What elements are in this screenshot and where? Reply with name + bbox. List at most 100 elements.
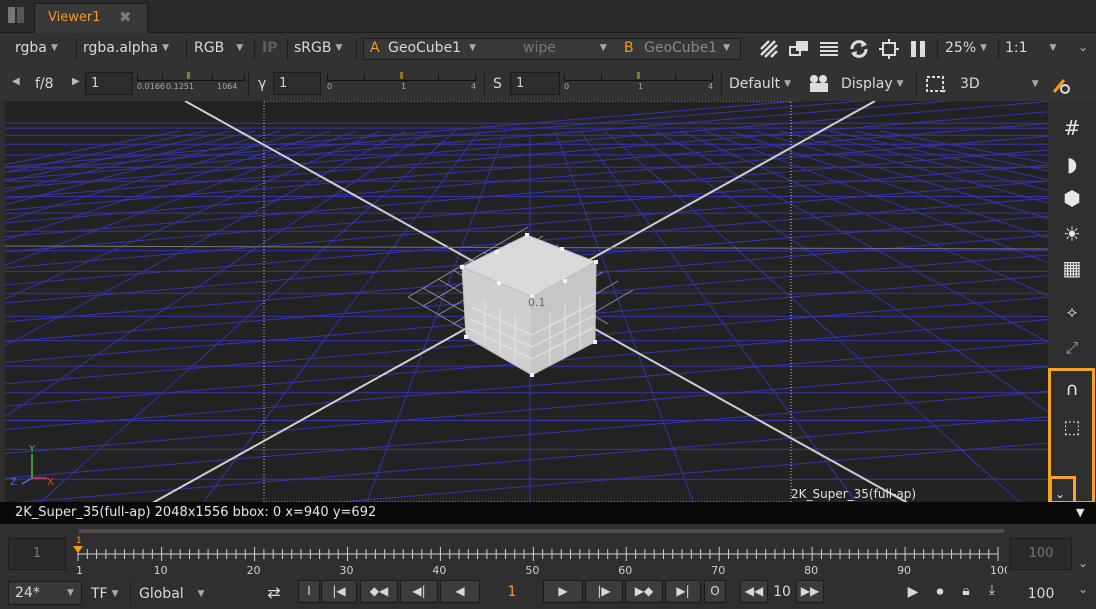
highlight-expand-button bbox=[1049, 476, 1076, 504]
input-a-dropdown[interactable]: GeoCube1 ▼ bbox=[388, 40, 476, 62]
set-out-point-button[interactable]: O bbox=[704, 580, 726, 603]
fps-dropdown[interactable]: 24* ▼ bbox=[8, 581, 82, 605]
window-menu-icon[interactable] bbox=[7, 6, 25, 24]
lock-icon[interactable]: 🔒︎ bbox=[956, 583, 976, 599]
step-back-button[interactable]: ◀◀ bbox=[740, 580, 768, 603]
gain-input[interactable]: 1 bbox=[85, 72, 133, 95]
wipe-dropdown[interactable]: wipe ▼ bbox=[523, 40, 607, 62]
viewer-toolbar-exposure: ◀ f/8 ▶ 1 0.0166 0.125 1 1064 γ 1 0 1 4 … bbox=[0, 68, 1096, 101]
next-frame-button[interactable]: |▶ bbox=[585, 580, 623, 603]
current-frame-field[interactable]: 1 bbox=[484, 580, 540, 604]
end-frame-field[interactable]: 100 bbox=[1010, 581, 1072, 607]
timeline-tick-label: 30 bbox=[339, 564, 353, 576]
timeline-tick-label: 80 bbox=[804, 564, 818, 576]
chevron-down-icon[interactable]: ⌄ bbox=[1076, 40, 1090, 54]
snap-icon[interactable] bbox=[1050, 74, 1072, 96]
colorspace-dropdown[interactable]: sRGB ▼ bbox=[294, 40, 342, 62]
playhead-icon bbox=[73, 546, 83, 553]
cube-view-icon[interactable]: ⬢ bbox=[1056, 183, 1088, 213]
play-forward-button[interactable]: ▶ bbox=[543, 580, 583, 603]
tab-viewer1[interactable]: Viewer1 ✖ bbox=[34, 3, 148, 33]
channels-dropdown[interactable]: rgba ▼ bbox=[15, 40, 58, 62]
tab-close-icon[interactable]: ✖ bbox=[119, 8, 132, 26]
timeline-ruler[interactable]: 1 1 10 20 30 40 50 60 70 80 90 100 bbox=[72, 534, 1007, 576]
input-b-dropdown[interactable]: GeoCube1 ▼ bbox=[644, 40, 730, 62]
saturation-slider[interactable]: 0 1 4 bbox=[564, 71, 713, 97]
frame-range-dropdown[interactable]: Global ▼ bbox=[139, 586, 205, 608]
record-icon[interactable]: ⏺ bbox=[930, 584, 950, 600]
proxy-icon[interactable] bbox=[759, 39, 779, 59]
view-mode-dropdown[interactable]: 3D ▼ bbox=[960, 76, 1039, 98]
light-icon[interactable]: ☀ bbox=[1056, 219, 1088, 249]
camera-icon[interactable] bbox=[808, 74, 830, 94]
pause-icon[interactable] bbox=[908, 39, 928, 59]
out-frame-field[interactable]: 100 bbox=[1010, 538, 1072, 570]
playback-controls: 24* ▼ TF ▼ Global ▼ ⇄ I |◀ ◆◀ ◀| ◀ 1 ▶ |▶ ▶… bbox=[0, 576, 1096, 609]
info-bar: 2K_Super_35(full-ap) 2048x1556 bbox: 0 x… bbox=[0, 502, 1096, 524]
fstop-label: f/8 bbox=[35, 76, 54, 92]
scale-axis-icon[interactable]: ⤢ bbox=[1056, 333, 1088, 363]
fstop-right-arrow-icon[interactable]: ▶ bbox=[72, 76, 80, 87]
step-increment-field[interactable]: 10 bbox=[769, 580, 795, 604]
loop-icon[interactable]: ⇄ bbox=[262, 583, 286, 602]
set-in-point-button[interactable]: I bbox=[298, 580, 320, 603]
tab-bar: Viewer1 ✖ bbox=[0, 0, 1096, 33]
roi-icon[interactable] bbox=[878, 38, 900, 60]
zoom-dropdown[interactable]: 25% ▼ bbox=[945, 40, 987, 62]
viewport-scene: 0.1 Y Z X 2K_Super_35(full-ap) bbox=[5, 101, 1048, 502]
in-frame-field[interactable]: 1 bbox=[8, 538, 66, 570]
timecode-format-dropdown[interactable]: TF ▼ bbox=[91, 586, 119, 608]
playhead-frame: 1 bbox=[76, 536, 82, 546]
gamma-label: γ bbox=[258, 76, 267, 92]
region-icon[interactable] bbox=[788, 39, 810, 59]
prev-frame-button[interactable]: ◀| bbox=[400, 580, 438, 603]
axis-z-label: Z bbox=[10, 477, 17, 488]
scanlines-icon[interactable] bbox=[819, 39, 839, 59]
gamma-slider[interactable]: 0 1 4 bbox=[327, 71, 476, 97]
step-forward-button[interactable]: ▶▶ bbox=[796, 580, 824, 603]
timeline-tick-label: 50 bbox=[525, 564, 539, 576]
first-frame-button[interactable]: |◀ bbox=[321, 580, 357, 603]
refresh-icon[interactable] bbox=[848, 38, 870, 60]
timeline-tick-label: 40 bbox=[432, 564, 446, 576]
axis-y-label: Y bbox=[28, 444, 36, 455]
prev-keyframe-button[interactable]: ◆◀ bbox=[360, 580, 398, 603]
gamma-input[interactable]: 1 bbox=[273, 72, 321, 95]
timeline-chevron-icon[interactable]: ⌄ bbox=[1078, 556, 1088, 570]
timeline-tick-label: 70 bbox=[711, 564, 725, 576]
gain-slider[interactable]: 0.0166 0.125 1 1064 bbox=[137, 71, 245, 97]
axis-x-label: X bbox=[47, 477, 54, 488]
input-b-letter: B bbox=[624, 40, 634, 56]
ratio-dropdown[interactable]: 1:1 ▼ bbox=[1005, 40, 1056, 62]
input-a-letter: A bbox=[370, 40, 380, 56]
next-keyframe-button[interactable]: ▶◆ bbox=[625, 580, 663, 603]
fstop-left-arrow-icon[interactable]: ◀ bbox=[12, 76, 20, 87]
timeline-tick-label: 1 bbox=[76, 564, 83, 576]
display-dropdown[interactable]: Display ▼ bbox=[841, 76, 904, 98]
transform-axis-icon[interactable]: ⟡ bbox=[1056, 297, 1088, 327]
viewer-3d-viewport[interactable]: 0.1 Y Z X 2K_Super_35(full-ap) bbox=[5, 101, 1048, 502]
checkerboard-icon[interactable]: ▦ bbox=[1056, 253, 1088, 283]
marquee-select-icon[interactable] bbox=[925, 75, 947, 95]
play-backward-button[interactable]: ◀ bbox=[440, 580, 480, 603]
timeline-tick-label: 100 bbox=[990, 564, 1007, 576]
export-icon[interactable]: ⤓ bbox=[982, 582, 1002, 598]
headlamp-icon[interactable]: ◗ bbox=[1056, 149, 1088, 179]
ip-toggle[interactable]: IP bbox=[262, 40, 277, 62]
info-dropdown-icon[interactable]: ▼ bbox=[1076, 506, 1084, 519]
info-text: 2K_Super_35(full-ap) 2048x1556 bbox: 0 x… bbox=[15, 505, 377, 520]
format-label: 2K_Super_35(full-ap) bbox=[791, 487, 916, 501]
display-channels-dropdown[interactable]: RGB ▼ bbox=[194, 40, 243, 62]
controls-chevron-icon[interactable]: ⌄ bbox=[1078, 582, 1088, 596]
timeline: 1 100 1 1 10 20 30 40 50 60 70 80 90 100 ⌄ bbox=[0, 524, 1096, 576]
tab-title: Viewer1 bbox=[48, 10, 101, 25]
lut-dropdown[interactable]: Default ▼ bbox=[729, 76, 791, 98]
last-frame-button[interactable]: ▶| bbox=[665, 580, 701, 603]
saturation-label: S bbox=[493, 76, 502, 92]
timeline-range-bar bbox=[79, 529, 1004, 533]
saturation-input[interactable]: 1 bbox=[510, 72, 560, 95]
alpha-channel-dropdown[interactable]: rgba.alpha ▼ bbox=[83, 40, 169, 62]
flipbook-icon[interactable]: ▶ bbox=[903, 584, 923, 600]
timeline-tick-label: 10 bbox=[154, 564, 168, 576]
grid-icon[interactable]: # bbox=[1056, 113, 1088, 143]
